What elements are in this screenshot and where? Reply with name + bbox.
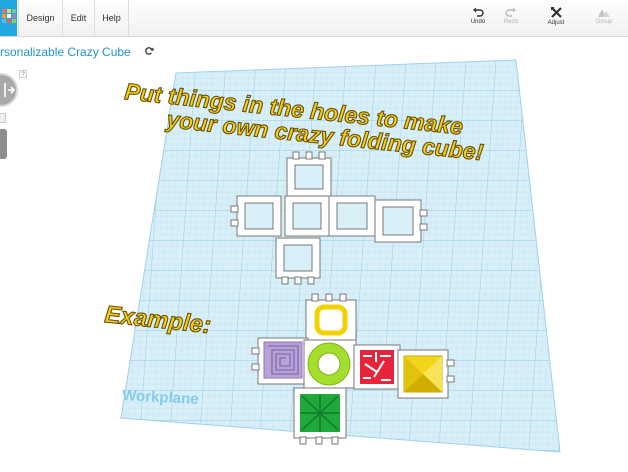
menu-edit-label: Edit	[70, 13, 87, 23]
view-cube-control[interactable]	[0, 73, 18, 107]
pan-arrows-icon	[4, 83, 16, 97]
zoom-control[interactable]	[0, 129, 7, 159]
undo-label: Undo	[470, 19, 486, 25]
menu-edit[interactable]: Edit	[63, 0, 95, 36]
undo-icon	[473, 7, 484, 17]
adjust-icon	[550, 7, 562, 18]
menu-help-label: Help	[102, 13, 121, 23]
group-icon	[598, 9, 610, 17]
group-button[interactable]: Group	[587, 4, 621, 34]
help-button[interactable]: ?	[19, 70, 27, 78]
home-view-button[interactable]	[0, 113, 6, 123]
menu-design[interactable]: Design	[18, 0, 63, 36]
top-bar: Design Edit Help Undo Redo Adjust Group	[0, 0, 628, 37]
adjust-button[interactable]: Adjust	[539, 4, 573, 34]
menu-design-label: Design	[26, 13, 55, 23]
adjust-label: Adjust	[547, 20, 565, 26]
red-pattern-shape[interactable]	[360, 350, 394, 384]
undo-button[interactable]: Undo	[461, 4, 495, 34]
yellow-pyramid-shape[interactable]	[403, 355, 443, 393]
tinkercad-logo-icon[interactable]	[0, 0, 17, 36]
green-torus-shape[interactable]	[307, 342, 351, 386]
group-label: Group	[595, 19, 613, 25]
redo-button[interactable]: Redo	[494, 4, 528, 34]
workplane-canvas[interactable]: Workplane Put things in the holes to mak…	[0, 38, 628, 472]
purple-spiral-shape[interactable]	[263, 341, 303, 379]
menu-help[interactable]: Help	[95, 0, 129, 36]
green-starburst-shape[interactable]	[300, 394, 340, 432]
redo-label: Redo	[503, 19, 519, 25]
redo-icon	[505, 7, 516, 17]
